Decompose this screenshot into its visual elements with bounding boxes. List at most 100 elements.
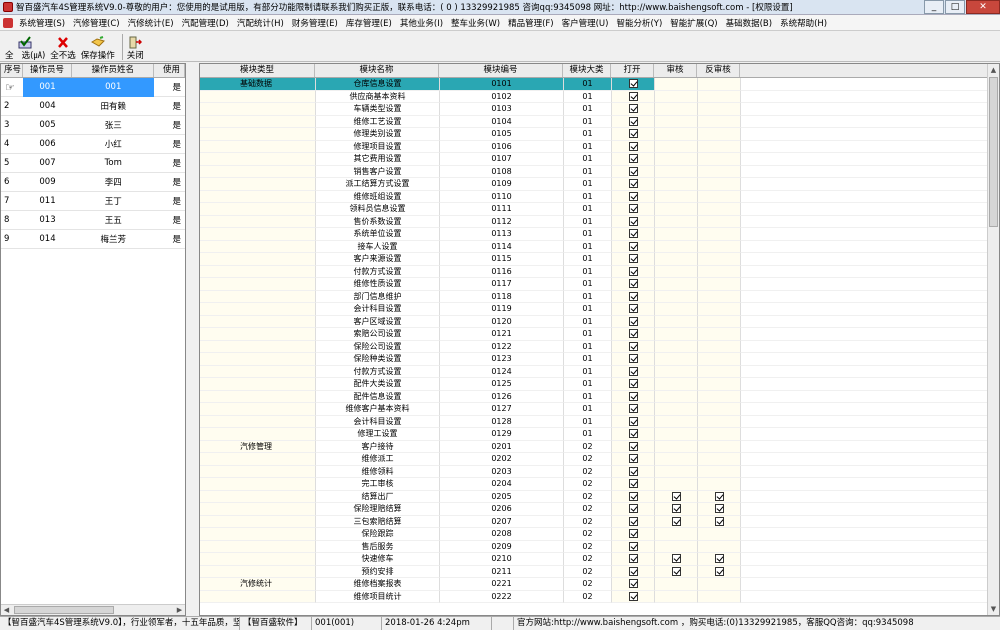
open-checkbox[interactable]: [628, 304, 638, 313]
operator-row[interactable]: 2 004 田有赖 是: [1, 97, 185, 116]
audit-checkbox[interactable]: [671, 504, 681, 513]
permission-row[interactable]: 派工结算方式设置 0109 01: [200, 178, 999, 191]
save-button[interactable]: 保存操作: [80, 33, 116, 61]
open-checkbox[interactable]: [628, 141, 638, 151]
scroll-thumb[interactable]: [14, 606, 114, 614]
open-checkbox[interactable]: [628, 79, 638, 88]
open-checkbox[interactable]: [628, 291, 638, 301]
open-checkbox[interactable]: [628, 91, 638, 101]
permission-row[interactable]: 三包索赔结算 0207 02: [200, 515, 999, 528]
open-checkbox[interactable]: [628, 429, 638, 438]
operator-row[interactable]: 3 005 张三 是: [1, 116, 185, 135]
open-checkbox[interactable]: [628, 104, 638, 113]
scroll-thumb[interactable]: [989, 77, 998, 227]
permission-row[interactable]: 汽修统计 维修档案报表 0221 02: [200, 578, 999, 591]
minimize-button[interactable]: _: [924, 0, 944, 14]
open-checkbox[interactable]: [628, 204, 638, 213]
open-checkbox[interactable]: [628, 391, 638, 401]
open-checkbox[interactable]: [628, 454, 638, 463]
menu-help[interactable]: 系统帮助(H): [776, 17, 831, 29]
scroll-right-icon[interactable]: ▶: [174, 606, 185, 614]
menu-customer[interactable]: 客户管理(U): [558, 17, 613, 29]
reverse-audit-checkbox[interactable]: [714, 566, 724, 576]
audit-checkbox[interactable]: [671, 566, 681, 576]
permission-row[interactable]: 售后服务 0209 02: [200, 540, 999, 553]
permission-row[interactable]: 接车人设置 0114 01: [200, 240, 999, 253]
close-window-button[interactable]: ✕: [966, 0, 1000, 14]
menu-system[interactable]: 系统管理(S): [15, 17, 69, 29]
select-all-button[interactable]: 全 选(㎂): [4, 33, 46, 61]
permission-row[interactable]: 修理类别设置 0105 01: [200, 128, 999, 141]
permission-row[interactable]: 部门信息维护 0118 01: [200, 290, 999, 303]
reverse-audit-checkbox[interactable]: [714, 554, 724, 563]
maximize-button[interactable]: □: [945, 0, 965, 14]
open-checkbox[interactable]: [628, 241, 638, 251]
open-checkbox[interactable]: [628, 129, 638, 138]
reverse-audit-checkbox[interactable]: [714, 516, 724, 526]
header-open[interactable]: 打开: [611, 64, 654, 77]
menu-parts[interactable]: 汽配管理(D): [178, 17, 233, 29]
permission-row[interactable]: 销售客户设置 0108 01: [200, 165, 999, 178]
header-in-use[interactable]: 使用: [154, 64, 185, 77]
permission-row[interactable]: 系统单位设置 0113 01: [200, 228, 999, 241]
scroll-left-icon[interactable]: ◀: [1, 606, 12, 614]
open-checkbox[interactable]: [628, 416, 638, 426]
permission-row[interactable]: 维修项目统计 0222 02: [200, 590, 999, 603]
deselect-all-button[interactable]: 全不选: [49, 33, 77, 61]
permission-row[interactable]: 基础数据 仓库信息设置 0101 01: [200, 78, 999, 91]
open-checkbox[interactable]: [628, 229, 638, 238]
open-checkbox[interactable]: [628, 491, 638, 501]
header-seq[interactable]: 序号: [1, 64, 23, 77]
open-checkbox[interactable]: [628, 441, 638, 451]
open-checkbox[interactable]: [628, 504, 638, 513]
open-checkbox[interactable]: [628, 516, 638, 526]
operator-row[interactable]: 6 009 李四 是: [1, 173, 185, 192]
permission-row[interactable]: 维修派工 0202 02: [200, 453, 999, 466]
permission-row[interactable]: 客户来源设置 0115 01: [200, 253, 999, 266]
permission-row[interactable]: 快速修车 0210 02: [200, 553, 999, 566]
permission-row[interactable]: 维修领料 0203 02: [200, 465, 999, 478]
open-checkbox[interactable]: [628, 379, 638, 388]
open-checkbox[interactable]: [628, 541, 638, 551]
permission-row[interactable]: 结算出厂 0205 02: [200, 490, 999, 503]
permission-row[interactable]: 会计科目设置 0128 01: [200, 415, 999, 428]
menu-other[interactable]: 其他业务(I): [396, 17, 447, 29]
open-checkbox[interactable]: [628, 341, 638, 351]
menu-repair[interactable]: 汽修管理(C): [69, 17, 124, 29]
operator-row[interactable]: 4 006 小红 是: [1, 135, 185, 154]
operator-row[interactable]: 9 014 梅兰芳 是: [1, 230, 185, 249]
menu-vehicle[interactable]: 整车业务(W): [447, 17, 504, 29]
permission-row[interactable]: 保险跟踪 0208 02: [200, 528, 999, 541]
permission-row[interactable]: 索赔公司设置 0121 01: [200, 328, 999, 341]
permission-row[interactable]: 配件大类设置 0125 01: [200, 378, 999, 391]
open-checkbox[interactable]: [628, 579, 638, 588]
permission-row[interactable]: 会计科目设置 0119 01: [200, 303, 999, 316]
open-checkbox[interactable]: [628, 266, 638, 276]
permission-row[interactable]: 付款方式设置 0116 01: [200, 265, 999, 278]
header-module-category[interactable]: 模块大类: [563, 64, 611, 77]
menu-inventory[interactable]: 库存管理(E): [342, 17, 396, 29]
permission-row[interactable]: 保险理赔结算 0206 02: [200, 503, 999, 516]
permission-row[interactable]: 维修工艺设置 0104 01: [200, 115, 999, 128]
permission-row[interactable]: 保险种类设置 0123 01: [200, 353, 999, 366]
header-module-name[interactable]: 模块名称: [315, 64, 439, 77]
menu-parts-stats[interactable]: 汽配统计(H): [233, 17, 288, 29]
audit-checkbox[interactable]: [671, 554, 681, 563]
audit-checkbox[interactable]: [671, 516, 681, 526]
reverse-audit-checkbox[interactable]: [714, 504, 724, 513]
menu-app-icon[interactable]: [3, 17, 13, 28]
operator-list-hscrollbar[interactable]: ◀ ▶: [1, 604, 185, 615]
permission-row[interactable]: 售价系数设置 0112 01: [200, 215, 999, 228]
permission-row[interactable]: 其它费用设置 0107 01: [200, 153, 999, 166]
permission-row[interactable]: 维修班组设置 0110 01: [200, 190, 999, 203]
header-module-code[interactable]: 模块编号: [439, 64, 563, 77]
open-checkbox[interactable]: [628, 591, 638, 601]
header-reverse-audit[interactable]: 反审核: [697, 64, 740, 77]
scroll-down-icon[interactable]: ▼: [988, 603, 999, 615]
open-checkbox[interactable]: [628, 354, 638, 363]
open-checkbox[interactable]: [628, 529, 638, 538]
permission-row[interactable]: 付款方式设置 0124 01: [200, 365, 999, 378]
operator-row[interactable]: 7 011 王丁 是: [1, 192, 185, 211]
header-operator-name[interactable]: 操作员姓名: [72, 64, 155, 77]
header-module-type[interactable]: 模块类型: [200, 64, 315, 77]
